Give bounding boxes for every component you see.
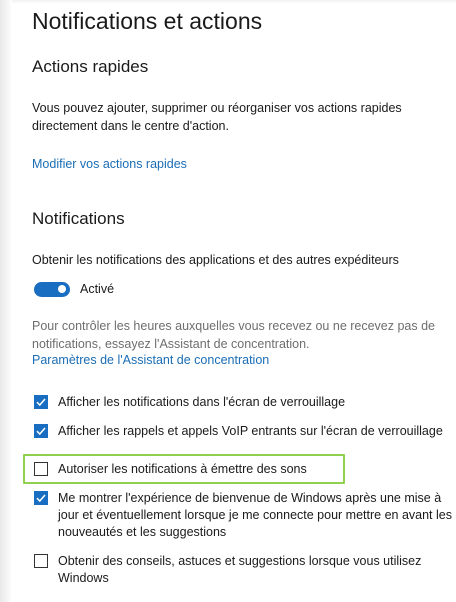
- checkbox-label: Afficher les rappels et appels VoIP entr…: [58, 424, 443, 438]
- checkbox-label: Me montrer l'expérience de bienvenue de …: [58, 491, 452, 539]
- checkbox-unchecked[interactable]: [34, 554, 48, 568]
- notifications-toggle-switch[interactable]: [34, 281, 70, 297]
- toggle-knob: [58, 285, 66, 293]
- focus-assist-settings-link[interactable]: Paramètres de l'Assistant de concentrati…: [32, 353, 269, 367]
- focus-assist-info: Pour contrôler les heures auxquelles vou…: [32, 319, 436, 351]
- checkbox-checked[interactable]: [34, 491, 48, 505]
- window-left-border: [0, 0, 12, 602]
- page-title: Notifications et actions: [32, 8, 263, 34]
- checkbox-label: Autoriser les notifications à émettre de…: [58, 462, 307, 476]
- checkmark-icon: [36, 398, 46, 407]
- checkmark-icon: [36, 427, 46, 436]
- toggle-state-label: Activé: [80, 282, 115, 296]
- checkbox-checked[interactable]: [34, 395, 48, 409]
- notifications-toggle-prompt: Obtenir les notifications des applicatio…: [32, 253, 399, 267]
- quick-actions-heading: Actions rapides: [32, 57, 149, 76]
- checkbox-label: Obtenir des conseils, astuces et suggest…: [58, 554, 422, 585]
- quick-actions-description: Vous pouvez ajouter, supprimer ou réorga…: [32, 101, 402, 133]
- notifications-toggle-row: Activé: [34, 281, 114, 297]
- checkbox-checked[interactable]: [34, 424, 48, 438]
- checkbox-label: Afficher les notifications dans l'écran …: [58, 395, 346, 409]
- window-top-border: [12, 0, 456, 4]
- checkbox-unchecked[interactable]: [34, 462, 48, 476]
- edit-quick-actions-link[interactable]: Modifier vos actions rapides: [32, 157, 187, 171]
- notifications-heading: Notifications: [32, 209, 125, 228]
- checkmark-icon: [36, 494, 46, 503]
